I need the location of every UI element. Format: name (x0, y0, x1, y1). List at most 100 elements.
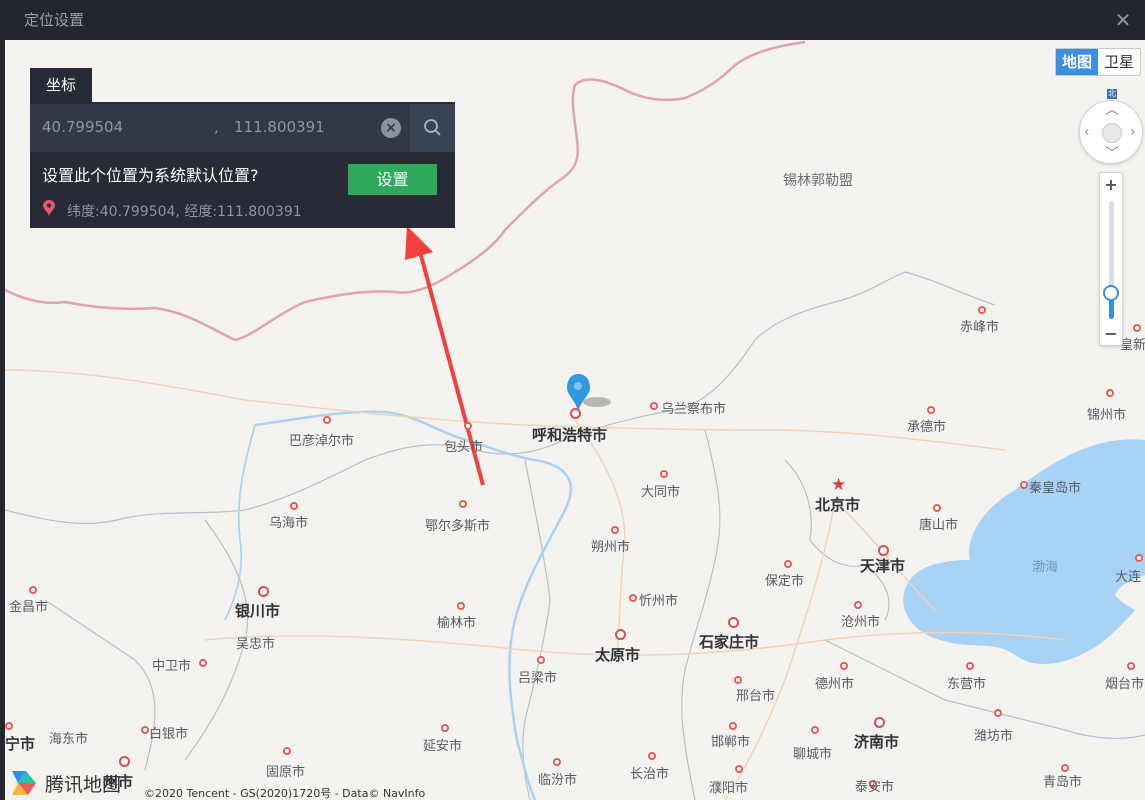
city-dot (994, 709, 1002, 717)
map-type-map-tab[interactable]: 地图 (1055, 49, 1098, 75)
coordinate-info: 纬度:40.799504, 经度:111.800391 (67, 204, 302, 220)
city-dot (464, 422, 472, 430)
close-icon[interactable]: ✕ (1111, 8, 1135, 32)
zoom-out-button[interactable]: − (1100, 324, 1122, 344)
city-dot (323, 416, 331, 424)
city-dot (854, 601, 862, 609)
city-dot (660, 470, 668, 478)
map-canvas[interactable]: 锡林郭勒盟 赤峰市 锦州市 皇新 承德市 秦皇岛市 唐山市 ★ 北京市 天津市 … (5, 40, 1145, 800)
set-button[interactable]: 设置 (348, 164, 437, 195)
city-dot (457, 602, 465, 610)
longitude-input[interactable]: 111.800391 (234, 118, 325, 136)
window-title: 定位设置 (24, 11, 85, 29)
city-label: 保定市 (765, 574, 805, 589)
set-default-question: 设置此个位置为系统默认位置? (42, 166, 259, 185)
city-label: 吕梁市 (518, 671, 558, 686)
city-label: 濮阳市 (709, 781, 749, 796)
city-label: 鄂尔多斯市 (425, 519, 491, 534)
city-label: 乌海市 (269, 516, 309, 531)
zoom-control: + − (1099, 172, 1123, 346)
city-label: 巴彦淖尔市 (289, 434, 355, 449)
clear-icon[interactable]: × (381, 118, 401, 138)
city-label: 海东市 (49, 732, 89, 747)
city-dot (1020, 481, 1028, 489)
pan-down-icon[interactable]: ﹀ (1105, 147, 1119, 161)
map-type-satellite-tab[interactable]: 卫星 (1098, 49, 1140, 75)
city-dot (729, 722, 737, 730)
city-label: 沧州市 (841, 615, 881, 630)
capital-star-icon: ★ (831, 475, 847, 495)
location-pin-icon (43, 200, 55, 216)
logo-text: 腾讯地图 (45, 773, 122, 796)
latitude-input[interactable]: 40.799504 (42, 118, 123, 136)
city-dot (811, 726, 819, 734)
city-label: 烟台市 (1105, 677, 1145, 692)
city-label: 乌兰察布市 (661, 402, 727, 417)
city-label: 延安市 (423, 739, 463, 754)
coordinate-separator: , (214, 118, 219, 136)
city-dot (1106, 389, 1114, 397)
city-dot (978, 306, 986, 314)
city-label: 泰安市 (855, 780, 895, 795)
province-border (5, 271, 996, 525)
city-dot (1127, 662, 1135, 670)
city-label: 锦州市 (1087, 408, 1127, 423)
city-dot (119, 756, 130, 767)
city-dot (258, 586, 269, 597)
city-dot (840, 662, 848, 670)
pan-left-icon[interactable]: ‹ (1084, 125, 1090, 139)
zoom-slider-handle[interactable] (1103, 285, 1119, 301)
city-label: 吴忠市 (236, 637, 276, 652)
pan-up-icon[interactable]: ︿ (1105, 103, 1119, 117)
bohai-sea (903, 439, 1145, 665)
pan-center[interactable] (1102, 123, 1122, 143)
coordinate-panel: 40.799504 , 111.800391 × 设置此个位置为系统默认位置? … (30, 102, 455, 228)
city-label: 临汾市 (538, 773, 578, 788)
city-dot (611, 526, 619, 534)
city-label: 中卫市 (152, 659, 192, 674)
city-label: 宁市 (5, 735, 36, 753)
search-icon (424, 119, 441, 136)
city-label: 青岛市 (1043, 775, 1083, 790)
region-label: 锡林郭勒盟 (783, 173, 853, 189)
coordinate-input-row: 40.799504 , 111.800391 × (30, 104, 455, 152)
city-label: 白银市 (149, 727, 189, 742)
city-label: 德州市 (815, 677, 855, 692)
city-label: 金昌市 (9, 600, 49, 615)
city-dot (141, 726, 149, 734)
city-label-yinchuan: 银川市 (235, 602, 281, 620)
zoom-in-button[interactable]: + (1100, 175, 1122, 195)
city-label: 固原市 (266, 765, 306, 780)
city-dot (615, 629, 626, 640)
pan-right-icon[interactable]: › (1130, 125, 1136, 139)
tencent-map-logo: 腾讯地图 (8, 767, 121, 799)
city-label: 聊城市 (793, 747, 833, 762)
city-label: 邯郸市 (711, 735, 751, 750)
city-label: 忻州市 (639, 594, 679, 609)
search-button[interactable] (410, 104, 455, 152)
city-label: 潍坊市 (974, 729, 1014, 744)
location-marker (567, 374, 611, 412)
tab-coordinates[interactable]: 坐标 (30, 68, 92, 102)
city-label: 赤峰市 (960, 320, 1000, 335)
city-label: 皇新 (1120, 338, 1145, 353)
city-label: 榆林市 (437, 616, 477, 631)
pan-control[interactable]: 北 ︿ ﹀ ‹ › (1079, 89, 1143, 164)
city-label: 朔州市 (591, 540, 631, 555)
city-dot (927, 406, 935, 414)
title-bar: 定位设置 ✕ (0, 0, 1145, 40)
city-label-taiyuan: 太原市 (595, 646, 641, 664)
city-label: 长治市 (630, 767, 670, 782)
city-label: 东营市 (947, 677, 987, 692)
city-dot (290, 502, 298, 510)
city-dot (874, 717, 885, 728)
city-dot (553, 758, 561, 766)
city-dot (629, 594, 637, 602)
city-dot (570, 408, 581, 419)
city-label-beijing: 北京市 (815, 496, 861, 514)
city-label: 秦皇岛市 (1029, 481, 1082, 496)
map-type-switch: 地图 卫星 (1054, 48, 1141, 76)
city-dot (199, 659, 207, 667)
city-dot (1135, 554, 1143, 562)
city-dot (283, 747, 291, 755)
